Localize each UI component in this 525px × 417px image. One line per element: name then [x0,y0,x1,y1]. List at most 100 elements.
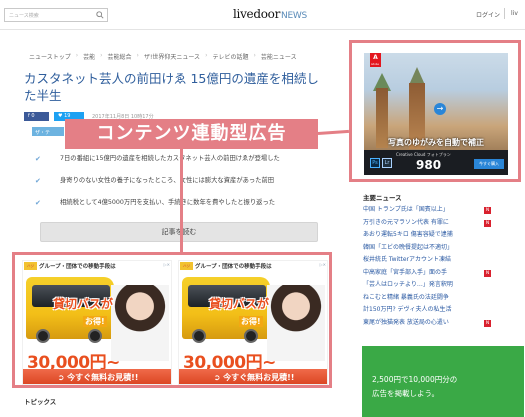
adobe-brand: Adobe [371,63,379,66]
self-serve-ad[interactable]: 2,500円で10,000円分の 広告を掲載しよう。 [362,346,524,417]
search-icon[interactable] [96,11,104,19]
arrow-right-icon: ➲ [213,373,221,382]
ad-buy-button[interactable]: 今すぐ購入 [474,159,504,169]
bus-wheel [192,329,206,343]
ad-caption: 写真のゆがみを自動で補正 [388,138,484,147]
news-item[interactable]: 東尾が独猫発表 放送局の心遣い N [363,317,521,330]
annotation-label: コンテンツ連動型広告 [65,119,318,149]
ad-cta-button[interactable]: ➲ 今すぐ無料お見積!! [23,369,171,384]
read-article-button[interactable]: 記事を読む [40,222,318,242]
ad-subheadline: お得! [83,316,107,327]
breadcrumb-item-top[interactable]: ニューストップ [24,52,76,61]
news-item[interactable]: あおり運転5キロ 傷害容疑で逮捕 [363,229,521,242]
live-link[interactable]: liv [511,10,518,17]
breadcrumb-item-show[interactable]: ザ!世界仰天ニュース [139,52,205,61]
news-link[interactable]: 桜井統氏 Twitterアカウント凍結 [363,256,451,263]
breadcrumb-item-tv[interactable]: テレビの話題 [207,52,253,61]
content-linked-ad-frame: ハジ グループ・団体での移動手段は ▷✕ 貸切バスが お得! 30,000円~ … [12,252,332,388]
news-link[interactable]: 中国 トランプ氏は「国賓以上」 [363,206,449,213]
annotation-connector [317,129,350,135]
article-title: カスタネット芸人の前田けゑ 15億円の遺産を相続した半生 [24,71,319,103]
news-item[interactable]: 万引きの元マラソン代表 有罪に N [363,217,521,230]
twitter-icon: ♥ [58,113,63,119]
ad-cta-button[interactable]: ➲ 今すぐ無料お見積!! [179,369,327,384]
ad-headline: 貸切バスが [209,297,270,311]
ad-text-line1: 2,500円で10,000円分の [372,375,458,384]
ad-cta-label: 今すぐ無料お見積!! [67,373,139,382]
bus-wheel [244,329,258,343]
ad-cta-label: 今すぐ無料お見積!! [223,373,295,382]
breadcrumb-item-geinou[interactable]: 芸能 [78,52,100,61]
summary-item: ✔ 7日の番組に15億円の遺産を相続したカスタネット芸人の前田けゑが登場した [35,155,335,177]
ad-price: 980 [416,158,442,172]
news-link[interactable]: 東尾が独猫発表 放送局の心遣い [363,319,449,326]
news-link[interactable]: 韓国「エビの晩餐提起は不適切」 [363,244,453,251]
news-item[interactable]: 中高家庭「宮手部入手」面の手 N [363,267,521,280]
news-item[interactable]: ねこむと精緒 暴義氏の法廷闘争 [363,292,521,305]
facebook-icon: f [28,113,30,119]
ad-bottom-bar: Ps Lr Creative Cloud フォトプラン 980 今すぐ購入 [364,150,508,175]
article-summary: ✔ 7日の番組に15億円の遺産を相続したカスタネット芸人の前田けゑが登場した ✔… [35,155,335,221]
bus-wheel [88,329,102,343]
bus-ad[interactable]: ハジ グループ・団体での移動手段は ▷✕ 貸切バスが お得! 30,000円~ … [22,260,172,385]
check-icon: ✔ [35,199,41,207]
annotation-connector [180,149,183,253]
summary-text: 相続税として4億5000万円を支払い、手続きに数年を費やしたと振り返った [60,199,276,206]
news-item[interactable]: 韓国「エビの晩餐提起は不適切」 [363,242,521,255]
ad-brand-mark: ハジ [180,262,193,270]
news-item[interactable]: 「芸人はロッチより…」発言釈明 [363,279,521,292]
news-link[interactable]: 「芸人はロッチより…」発言釈明 [363,281,453,288]
ad-choices-icon[interactable]: ▷✕ [320,262,326,267]
adobe-ad[interactable]: A Adobe → 写真のゆがみを自動で補正 Ps Lr Creative Cl… [364,53,508,175]
breadcrumb-item-news[interactable]: 芸能ニュース [256,52,302,61]
site-logo[interactable]: livedoorNEWS [233,7,307,21]
ad-headline: 貸切バスが [53,297,114,311]
new-badge: N [484,219,491,227]
new-badge: N [484,207,491,214]
arrow-right-icon[interactable]: → [434,103,446,115]
search-input[interactable]: ニュース検索 [4,8,108,22]
logo-sub: NEWS [281,11,307,21]
new-badge: N [484,269,491,277]
content-linked-ad-frame: A Adobe → 写真のゆがみを自動で補正 Ps Lr Creative Cl… [349,40,521,182]
summary-text: 身寄りのない女性の養子になったところ、女性には膨大な資産があった前田 [60,177,275,184]
facebook-share-count: 0 [31,113,35,119]
news-link[interactable]: 中高家庭「宮手部入手」面の手 [363,269,447,276]
breadcrumb: ニューストップ › 芸能 › 芸能総合 › ザ!世界仰天ニュース › テレビの話題 › 芸… [24,52,302,61]
lightroom-icon: Lr [382,158,392,168]
search-placeholder: ニュース検索 [9,13,39,19]
logo-main: livedoor [233,7,281,21]
main-news-list: 中国 トランプ氏は「国賓以上」 N 万引きの元マラソン代表 有罪に N あおり運転5… [363,204,521,329]
topics-heading: トピックス [24,398,57,406]
ad-brand-mark: ハジ [24,262,37,270]
check-icon: ✔ [35,155,41,163]
news-item[interactable]: 中国 トランプ氏は「国賓以上」 N [363,204,521,217]
ad-text-line2: 広告を掲載しよう。 [372,389,440,398]
ad-subheadline: お得! [239,316,263,327]
site-header: ニュース検索 livedoorNEWS ログイン liv [0,0,525,30]
breadcrumb-item-general[interactable]: 芸能総合 [103,52,137,61]
news-link[interactable]: あおり運転5キロ 傷害容疑で逮捕 [363,231,453,238]
news-link[interactable]: 計150万円? デヴィ夫人の私生活 [363,306,452,313]
ad-choices-icon[interactable]: ▷✕ [164,262,170,267]
ad-tagline: グループ・団体での移動手段は [195,264,272,270]
facebook-share-button[interactable]: f 0 [24,112,49,121]
bus-ad[interactable]: ハジ グループ・団体での移動手段は ▷✕ 貸切バスが お得! 30,000円~ … [178,260,328,385]
summary-item: ✔ 身寄りのない女性の養子になったところ、女性には膨大な資産があった前田 [35,177,335,199]
summary-text: 7日の番組に15億円の遺産を相続したカスタネット芸人の前田けゑが登場した [60,155,280,162]
arrow-right-icon: ➲ [57,373,65,382]
summary-item: ✔ 相続税として4億5000万円を支払い、手続きに数年を費やしたと振り返った [35,199,335,221]
header-divider [504,8,505,19]
new-badge: N [484,319,491,327]
bus-wheel [36,329,50,343]
check-icon: ✔ [35,177,41,185]
photoshop-icon: Ps [370,158,380,168]
main-news-heading: 主要ニュース [363,194,402,202]
article-tag[interactable]: ザ・テ [32,127,64,136]
news-link[interactable]: ねこむと精緒 暴義氏の法廷闘争 [363,294,449,301]
news-link[interactable]: 万引きの元マラソン代表 有罪に [363,219,449,226]
login-link[interactable]: ログイン [476,10,500,19]
news-item[interactable]: 計150万円? デヴィ夫人の私生活 [363,304,521,317]
news-item[interactable]: 桜井統氏 Twitterアカウント凍結 [363,254,521,267]
ad-tagline: グループ・団体での移動手段は [39,264,116,270]
